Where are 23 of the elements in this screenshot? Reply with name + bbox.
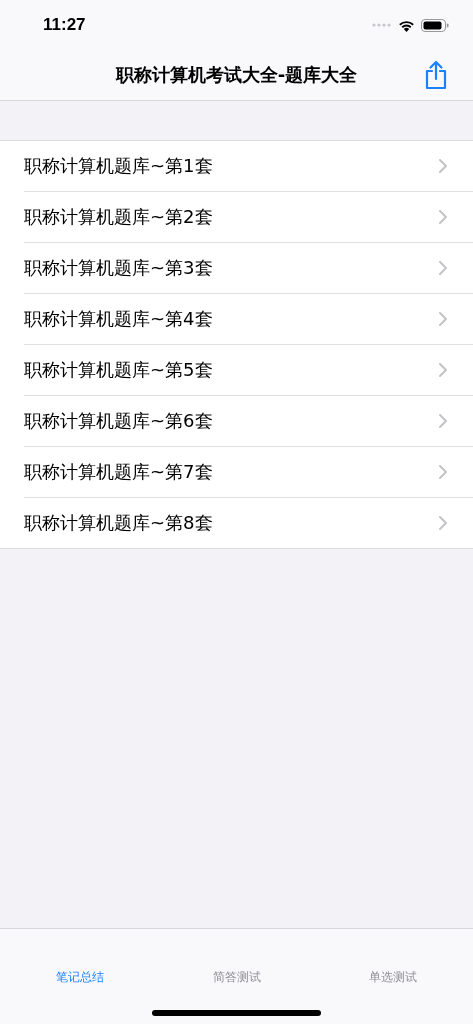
- chevron-icon: [439, 159, 447, 173]
- battery-icon: [421, 18, 449, 32]
- chevron-icon: [439, 516, 447, 530]
- chevron-icon: [439, 312, 447, 326]
- chevron-icon: [439, 465, 447, 479]
- wifi-icon: [398, 18, 415, 32]
- chevron-icon: [439, 363, 447, 377]
- list-item[interactable]: 职称计算机题库~第5套: [24, 358, 213, 382]
- list-item[interactable]: 职称计算机题库~第3套: [24, 256, 213, 280]
- tab[interactable]: 笔记总结: [56, 969, 104, 986]
- nav-title: 职称计算机考试大全-题库大全: [115, 63, 358, 87]
- share-icon[interactable]: [423, 60, 449, 90]
- list-item[interactable]: 职称计算机题库~第6套: [24, 409, 213, 433]
- list-item[interactable]: 职称计算机题库~第1套: [24, 154, 213, 178]
- chevron-icon: [439, 210, 447, 224]
- list-item[interactable]: 职称计算机题库~第7套: [24, 460, 213, 484]
- list-item[interactable]: 职称计算机题库~第2套: [24, 205, 213, 229]
- chevron-icon: [439, 261, 447, 275]
- list-item[interactable]: 职称计算机题库~第8套: [24, 511, 213, 535]
- list-item[interactable]: 职称计算机题库~第4套: [24, 307, 213, 331]
- chevron-icon: [439, 414, 447, 428]
- signal-icon: [372, 23, 392, 27]
- status-time: 11:27: [43, 15, 86, 35]
